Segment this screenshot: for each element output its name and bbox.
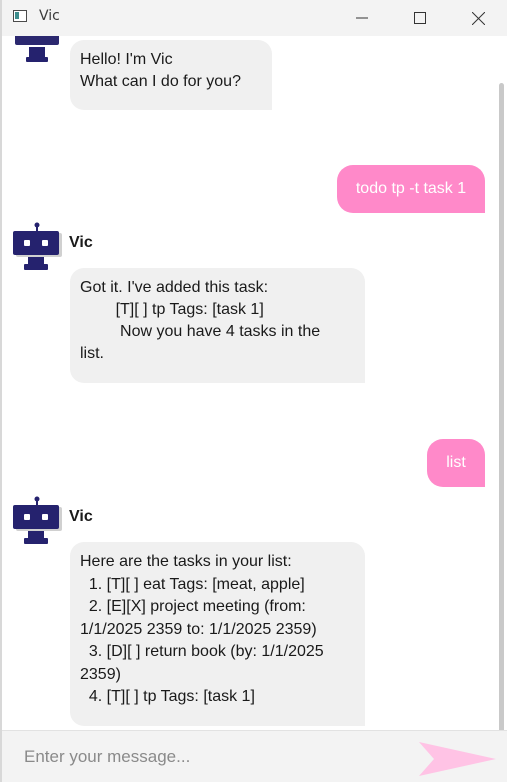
chat-scroll-area[interactable]: Hello! I'm Vic What can I do for you? to… [2, 36, 507, 730]
message-input[interactable] [10, 739, 410, 775]
minimize-icon [356, 17, 368, 19]
window-title: Vic [39, 8, 60, 24]
app-icon [13, 10, 27, 22]
message-line: 2. [E][X] project meeting (from: [80, 598, 306, 615]
message-line: Here are the tasks in your list: [80, 553, 292, 570]
message-line: [T][ ] tp Tags: [task 1] [80, 301, 264, 318]
message-line: 1/1/2025 2359 to: 1/1/2025 2359) [80, 620, 317, 638]
scrollbar-thumb[interactable] [499, 83, 504, 733]
bot-message-bubble: Here are the tasks in your list: 1. [T][… [70, 542, 365, 726]
message-line: 2359) [80, 665, 121, 683]
minimize-button[interactable] [333, 0, 391, 36]
message-line: 1. [T][ ] eat Tags: [meat, apple] [80, 575, 305, 593]
input-bar [2, 730, 507, 782]
send-arrow-icon [419, 742, 496, 776]
bot-avatar [15, 36, 59, 62]
message-line: list. [80, 345, 104, 362]
message-line: What can I do for you? [80, 73, 241, 90]
close-icon [471, 11, 485, 25]
message-line: 4. [T][ ] tp Tags: [task 1] [80, 688, 255, 705]
message-text: todo tp -t task 1 [355, 180, 467, 197]
app-window: Vic Hello! I'm Vic What can I do for you… [0, 0, 507, 782]
maximize-button[interactable] [391, 0, 449, 36]
user-message-bubble: todo tp -t task 1 [337, 165, 485, 213]
message-line: Hello! I'm Vic [80, 51, 173, 68]
close-button[interactable] [449, 0, 507, 36]
message-line: Got it. I've added this task: [80, 279, 269, 296]
bot-avatar [13, 496, 62, 544]
message-line: Now you have 4 tasks in the [80, 323, 321, 340]
message-text: list [446, 454, 466, 471]
user-message-bubble: list [427, 439, 485, 487]
bot-message-bubble: Hello! I'm Vic What can I do for you? [70, 40, 272, 110]
send-button[interactable] [416, 741, 498, 777]
bot-avatar [13, 222, 62, 270]
bot-name: Vic [69, 508, 93, 525]
title-bar: Vic [2, 0, 507, 36]
maximize-icon [414, 12, 426, 24]
bot-message-bubble: Got it. I've added this task: [T][ ] tp … [70, 268, 365, 383]
message-line: 3. [D][ ] return book (by: 1/1/2025 [80, 643, 324, 660]
bot-name: Vic [69, 234, 93, 251]
